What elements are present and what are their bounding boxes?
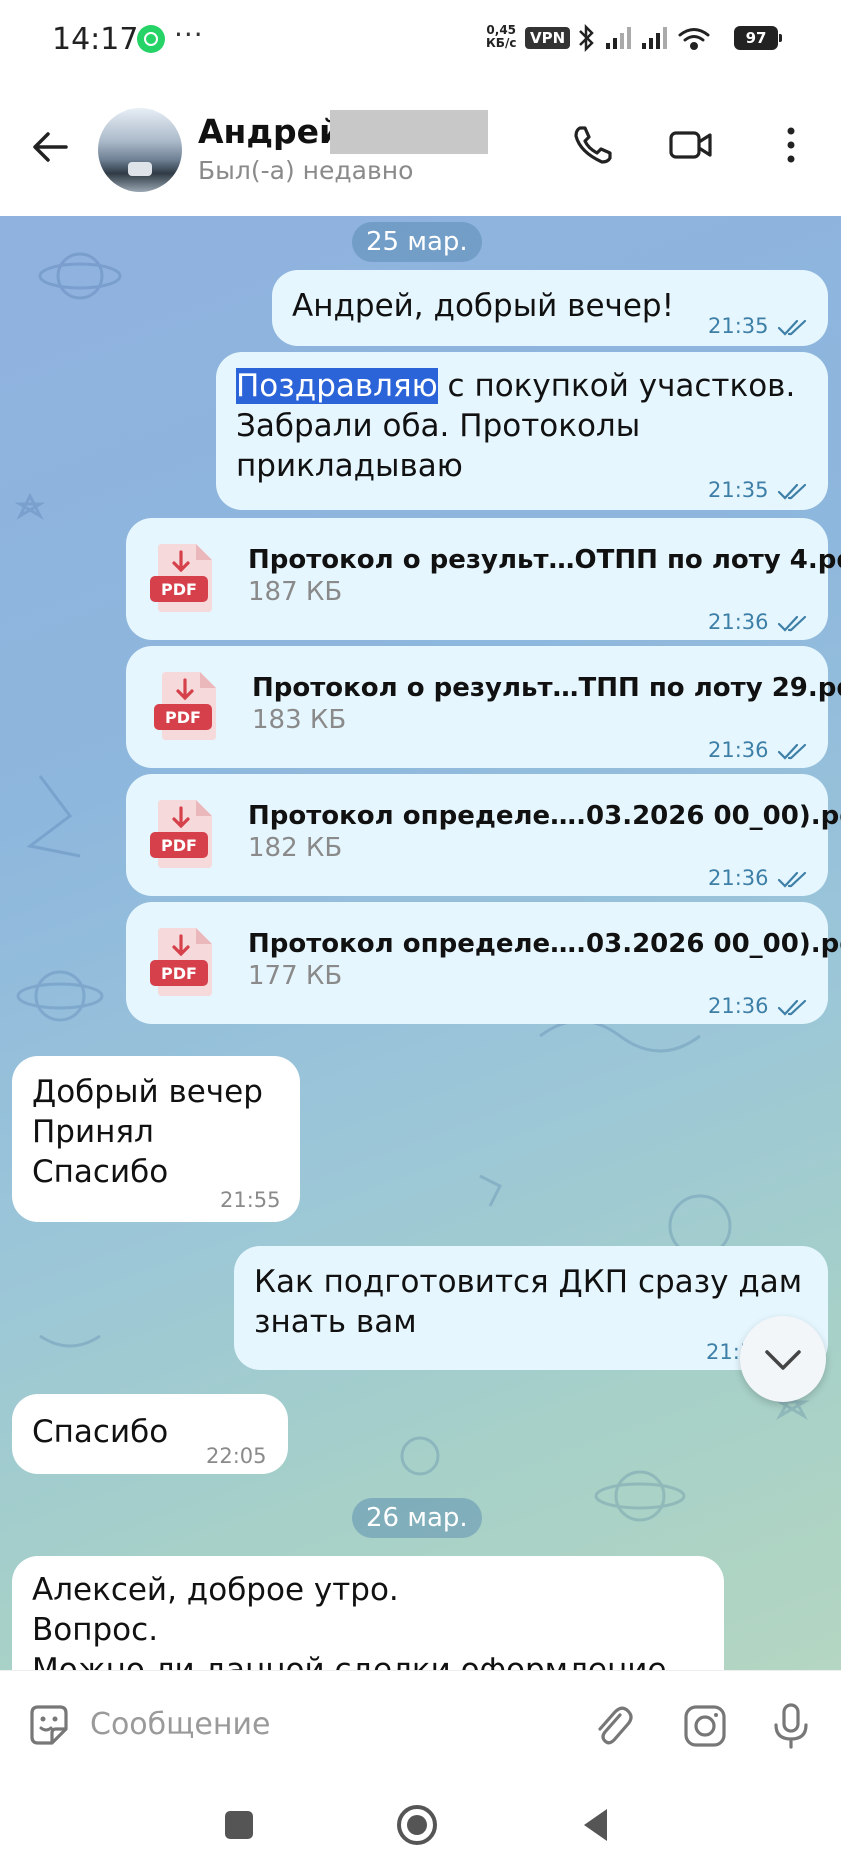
camera-icon[interactable] [680, 1701, 730, 1751]
message-line: прикладываю [236, 448, 463, 484]
last-seen-status: Был(-а) недавно [198, 156, 414, 185]
message-line: знать вам [254, 1304, 417, 1340]
pdf-file-icon: PDF [150, 800, 212, 868]
file-size: 182 КБ [248, 833, 343, 863]
message-outgoing[interactable]: Как подготовится ДКП сразу дам знать вам… [234, 1246, 828, 1370]
date-separator: 25 мар. [352, 222, 482, 262]
message-time: 21:35 [708, 478, 769, 502]
video-call-icon[interactable] [666, 120, 716, 170]
message-incoming[interactable]: Спасибо 22:05 [12, 1394, 288, 1474]
read-checks-icon [777, 871, 806, 888]
message-outgoing[interactable]: Поздравляю с покупкой участков. Забрали … [216, 352, 828, 510]
message-line: Как подготовится ДКП сразу дам [254, 1264, 803, 1300]
read-checks-icon [777, 483, 806, 500]
file-message[interactable]: PDF Протокол о результ…ОТПП по лоту 4.pd… [126, 518, 841, 642]
pdf-label: PDF [165, 708, 201, 727]
message-line: Забрали оба. Протоколы [236, 408, 641, 444]
message-meta: 21:35 [708, 306, 809, 346]
whatsapp-icon [137, 25, 165, 53]
selected-word: Поздравляю [236, 368, 438, 404]
wifi-icon [678, 28, 710, 50]
back-button-icon[interactable] [574, 1802, 620, 1848]
message-meta: 21:35 [708, 470, 809, 510]
file-message[interactable]: PDF Протокол определе….03.2026 00_00).pd… [126, 774, 841, 898]
pdf-file-icon: PDF [154, 672, 216, 740]
sticker-icon[interactable] [24, 1701, 74, 1751]
message-line: Поздравляю с покупкой участков. [236, 366, 795, 406]
message-line: Алексей, доброе утро. [32, 1572, 399, 1608]
message-meta: 21:36 [708, 602, 809, 642]
phone-icon[interactable] [568, 120, 618, 170]
status-time: 14:17 [52, 22, 139, 57]
message-line: Принял [32, 1114, 154, 1150]
more-menu-icon[interactable] [766, 120, 816, 170]
back-arrow-icon[interactable] [28, 125, 72, 169]
file-size: 177 КБ [248, 961, 343, 991]
pdf-label: PDF [161, 836, 197, 855]
read-checks-icon [777, 615, 806, 632]
message-line-rest: с покупкой участков. [437, 368, 796, 404]
read-checks-icon [777, 319, 806, 336]
avatar[interactable] [98, 108, 182, 192]
microphone-icon[interactable] [766, 1701, 816, 1751]
status-bar: 14:17 ··· 0,45 КБ/с VPN 97 [0, 0, 841, 80]
recents-button-icon[interactable] [216, 1802, 262, 1848]
message-meta: 21:36 [708, 858, 809, 898]
read-checks-icon [777, 743, 806, 760]
home-button-icon[interactable] [394, 1802, 440, 1848]
message-incoming[interactable]: Алексей, доброе утро. Вопрос. Можно ли д… [12, 1556, 724, 1670]
contact-name[interactable]: Андрей [198, 112, 342, 151]
signal-icon [606, 27, 631, 49]
status-icons [579, 23, 710, 53]
attach-icon[interactable] [588, 1701, 638, 1751]
bluetooth-icon [579, 23, 594, 53]
message-meta: 21:36 [708, 986, 809, 1026]
message-outgoing[interactable]: Андрей, добрый вечер! 21:35 [272, 270, 828, 346]
message-time: 21:36 [708, 994, 769, 1018]
message-incoming[interactable]: Добрый вечер Принял Спасибо 21:55 [12, 1056, 300, 1222]
message-text: Спасибо [32, 1414, 169, 1450]
file-size: 183 КБ [252, 705, 347, 735]
file-message[interactable]: PDF Протокол определе….03.2026 00_00).pd… [126, 902, 841, 1026]
chat-area[interactable]: 25 мар. Андрей, добрый вечер! 21:35 Позд… [0, 216, 841, 1670]
pdf-file-icon: PDF [150, 928, 212, 996]
message-line: Добрый вечер [32, 1074, 263, 1110]
message-time: 21:36 [708, 866, 769, 890]
vpn-badge: VPN [525, 27, 571, 49]
chevron-down-icon [765, 1350, 801, 1370]
pdf-label: PDF [161, 964, 197, 983]
message-time: 21:36 [708, 610, 769, 634]
scroll-down-button[interactable] [740, 1316, 826, 1402]
redacted-surname [330, 110, 488, 154]
message-meta: 21:36 [708, 730, 809, 770]
signal-icon [642, 27, 667, 49]
message-time: 21:35 [708, 314, 769, 338]
message-composer: Сообщение [0, 1670, 841, 1780]
message-line: Можно ли данной сделки оформление [32, 1652, 667, 1670]
file-message[interactable]: PDF Протокол о результ…ТПП по лоту 29.pd… [126, 646, 841, 770]
file-size: 187 КБ [248, 577, 343, 607]
network-speed-unit: КБ/с [486, 36, 517, 50]
message-time: 22:05 [206, 1444, 267, 1468]
message-input[interactable]: Сообщение [90, 1707, 270, 1742]
battery-icon: 97 [734, 26, 782, 50]
pdf-file-icon: PDF [150, 544, 212, 612]
system-navigation-bar [0, 1780, 841, 1870]
message-time: 21:55 [220, 1188, 281, 1212]
message-text: Андрей, добрый вечер! [292, 288, 675, 324]
message-line: Спасибо [32, 1154, 169, 1190]
read-checks-icon [777, 999, 806, 1016]
status-overflow: ··· [174, 18, 204, 51]
pdf-label: PDF [161, 580, 197, 599]
message-line: Вопрос. [32, 1612, 159, 1648]
date-separator: 26 мар. [352, 1498, 482, 1538]
chat-header: Андрей Был(-а) недавно [0, 80, 841, 216]
network-speed: 0,45 КБ/с [486, 24, 516, 50]
message-time: 21:36 [708, 738, 769, 762]
